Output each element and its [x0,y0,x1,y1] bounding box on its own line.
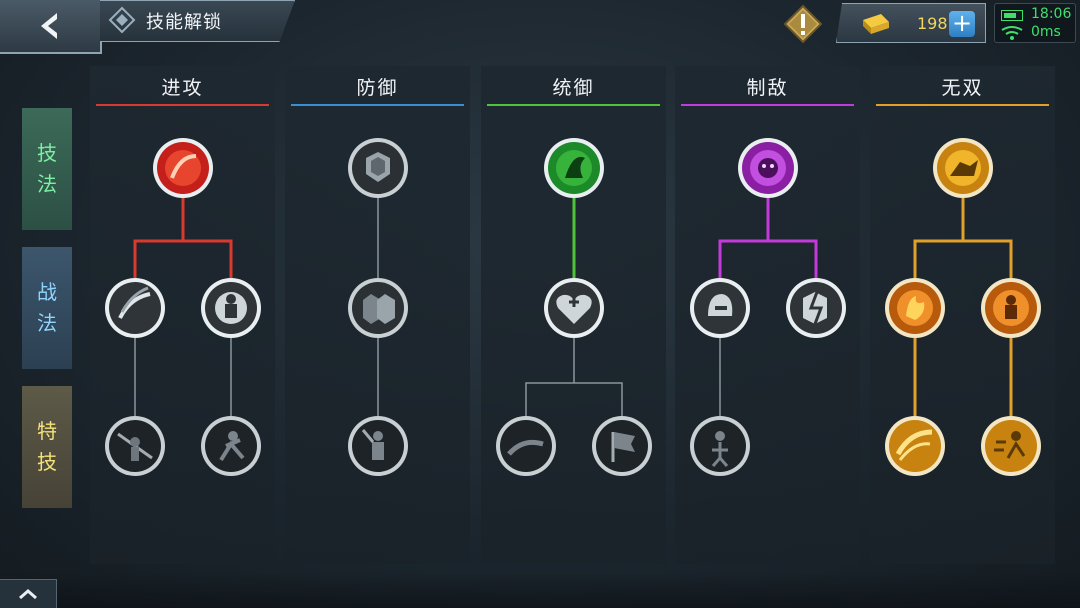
skill-node-double-shield-icon[interactable] [348,278,408,338]
skill-node-charge-icon[interactable] [496,416,556,476]
wifi-icon [1001,26,1023,40]
skill-node-horse-rider-icon[interactable] [933,138,993,198]
skill-node-claw-icon[interactable] [105,278,165,338]
back-arrow-icon [41,13,57,39]
exclamation-icon[interactable] [783,4,823,44]
skill-node-sweep-icon[interactable] [885,416,945,476]
skill-tree [105,138,261,476]
skill-node-fire-fist-icon[interactable] [885,278,945,338]
skill-node-lion-icon[interactable] [738,138,798,198]
category-tab-label: 特 [37,419,57,443]
skill-column-peerless: 无双 [870,66,1055,564]
skill-column-defense: 防御 [285,66,470,564]
skill-node-assassin-icon[interactable] [690,416,750,476]
skill-column-attack: 进攻 [90,66,275,564]
category-tab-label: 法 [37,311,57,335]
skill-node-helmet-icon[interactable] [690,278,750,338]
back-button[interactable] [0,0,102,54]
clock-time: 18:06 [1031,6,1072,22]
skill-column-subdue: 制敌 [675,66,860,564]
status-panel: 18:06 0ms [994,3,1076,43]
ping-value: 0ms [1031,24,1061,40]
title-ornament-icon [108,6,136,34]
skill-node-warrior-icon[interactable] [201,278,261,338]
gold-ingot-icon [863,14,889,34]
skill-node-shatter-icon[interactable] [786,278,846,338]
chevron-up-icon [19,589,37,600]
skill-node-spearman-icon[interactable] [105,416,165,476]
skill-node-banner-icon[interactable] [544,138,604,198]
skill-node-sword-slash-icon[interactable] [153,138,213,198]
skill-node-fighter-icon[interactable] [201,416,261,476]
currency-amount: 198 [917,14,948,33]
skill-tree [496,138,652,476]
category-tab-label: 法 [37,172,57,196]
category-tab-special[interactable]: 特 技 [22,386,72,508]
expand-button[interactable] [0,579,57,608]
category-tab-tactics[interactable]: 战 法 [22,247,72,369]
skill-node-heart-icon[interactable] [544,278,604,338]
category-tab-label: 战 [37,280,57,304]
bottom-ornament-band [0,572,1080,608]
skill-node-guard-icon[interactable] [348,416,408,476]
battery-icon [1001,10,1023,21]
skill-node-shield-icon[interactable] [348,138,408,198]
category-tab-technique[interactable]: 技 法 [22,108,72,230]
currency-display: 198 + [836,3,986,43]
category-tab-label: 技 [37,450,57,474]
skill-tree [690,138,846,476]
skill-node-dash-icon[interactable] [981,416,1041,476]
add-currency-button[interactable]: + [949,11,975,37]
skill-node-flag-icon[interactable] [592,416,652,476]
skill-column-command: 统御 [481,66,666,564]
skill-tree [348,138,408,476]
skill-tree [885,138,1041,476]
skill-node-berserker-icon[interactable] [981,278,1041,338]
category-tab-label: 技 [37,141,57,165]
